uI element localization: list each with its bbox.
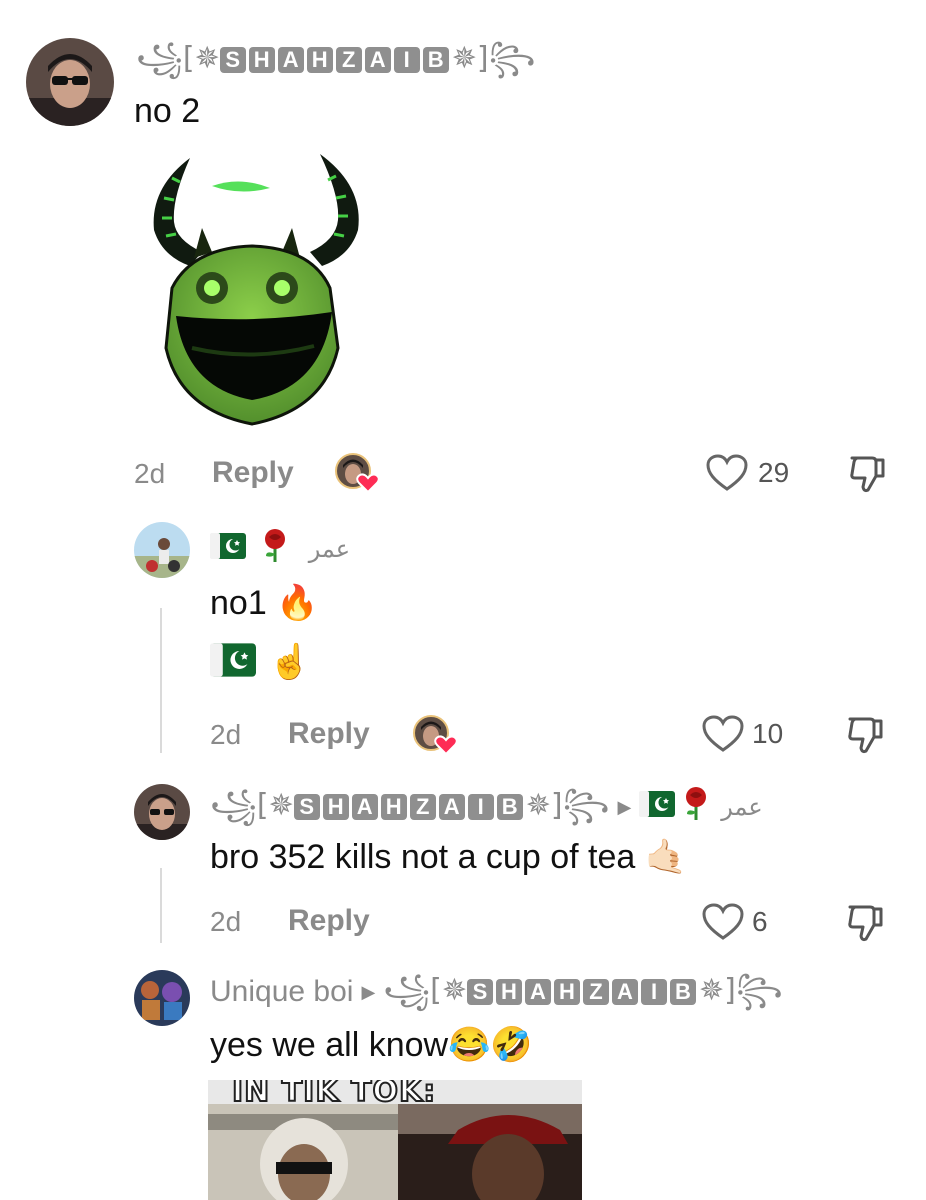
decorative-swirl-icon: ]꧂: [724, 973, 783, 1008]
decorative-swirl-icon: ꧁[: [136, 41, 195, 76]
username-letter: H: [322, 794, 349, 820]
decorative-star-icon: ✵: [441, 973, 467, 1008]
username-letter: S: [293, 794, 320, 820]
pakistan-flag-icon: [210, 642, 256, 682]
username-letter: B: [670, 979, 696, 1006]
username-text: Unique boi: [210, 975, 354, 1009]
thread-line: [160, 608, 162, 753]
thumbs-down-icon[interactable]: [846, 715, 886, 755]
comment-time: 2d: [210, 906, 242, 937]
reply-to-username-suffix: عمر: [721, 793, 763, 821]
username-letter: A: [351, 794, 378, 820]
username-letter: Z: [335, 47, 362, 74]
comment-text: no 2: [134, 92, 201, 130]
username-letter: A: [277, 47, 304, 74]
username-letter: H: [306, 47, 333, 74]
comment-username[interactable]: عمر: [210, 528, 350, 570]
creator-liked-badge-icon: [334, 452, 382, 494]
thumbs-down-icon[interactable]: [848, 454, 888, 494]
decorative-swirl-icon: ]꧂: [550, 787, 610, 823]
username-letter: A: [438, 794, 465, 820]
meme-photo: [208, 1104, 582, 1200]
heart-outline-icon[interactable]: [706, 454, 748, 492]
reply-button[interactable]: Reply: [288, 906, 370, 936]
username-letter: S: [219, 47, 246, 74]
username-letter: A: [525, 979, 551, 1006]
decorative-star-icon: ✵: [194, 41, 220, 76]
heart-outline-icon[interactable]: [702, 715, 744, 753]
pointing-up-emoji: ☝️: [268, 643, 311, 681]
avatar[interactable]: [134, 970, 190, 1026]
username-letter: I: [467, 794, 494, 820]
username-letter: Z: [583, 979, 609, 1006]
rose-icon: [260, 528, 290, 570]
comment-meme-image[interactable]: IN TIK TOK:: [208, 1080, 582, 1200]
username-letters: SHAHZAIB: [219, 42, 452, 75]
like-count: 6: [752, 906, 768, 937]
creator-liked-badge-icon: [412, 714, 460, 756]
username-letter: A: [364, 47, 391, 74]
comment-text: yes we all know😂🤣: [210, 1026, 533, 1064]
avatar[interactable]: [134, 784, 190, 840]
comment-text: bro 352 kills not a cup of tea 🤙🏻: [210, 838, 688, 876]
like-count: 10: [752, 718, 784, 749]
username-letters: SHAHZAIB: [293, 789, 526, 822]
reply-to-arrow-icon: ▶: [361, 982, 376, 1003]
username-suffix: عمر: [308, 535, 351, 563]
decorative-swirl-icon: ꧁[: [210, 787, 269, 823]
thread-line: [160, 868, 162, 943]
comment-sticker-image[interactable]: [132, 148, 372, 433]
like-count: 29: [758, 457, 790, 488]
reply-button[interactable]: Reply: [288, 719, 370, 749]
heart-outline-icon[interactable]: [702, 903, 744, 941]
decorative-star-icon: ✵: [525, 787, 551, 823]
comment-text-line-2: ☝️: [210, 642, 311, 682]
rose-icon: [681, 786, 711, 828]
comment-time: 2d: [210, 719, 242, 750]
username-letter: H: [380, 794, 407, 820]
decorative-swirl-icon: ꧁[: [383, 973, 442, 1008]
pakistan-flag-icon: [210, 533, 246, 565]
username-letter: B: [422, 47, 449, 74]
comment-time: 2d: [134, 458, 166, 489]
comment-username[interactable]: Unique boi ▶ ꧁[✵ S H A H Z A I B ✵]꧂: [210, 976, 783, 1007]
username-letter: I: [393, 47, 420, 74]
decorative-star-icon: ✵: [699, 973, 725, 1008]
avatar[interactable]: [26, 38, 114, 126]
comment-username[interactable]: ꧁[✵ S H A H Z A I B ✵]꧂: [136, 44, 535, 74]
username-letter: H: [554, 979, 580, 1006]
reply-button[interactable]: Reply: [212, 458, 294, 488]
comment-text-line-1: no1 🔥: [210, 584, 319, 622]
username-letter: Z: [409, 794, 436, 820]
username-letter: H: [248, 47, 275, 74]
decorative-star-icon: ✵: [268, 787, 294, 823]
username-letter: B: [496, 794, 523, 820]
username-letter: S: [467, 979, 493, 1006]
comment-username[interactable]: ꧁[✵ S H A H Z A I B ✵]꧂ ▶ عمر: [210, 786, 763, 828]
username-letter: A: [612, 979, 638, 1006]
decorative-swirl-icon: ]꧂: [476, 41, 536, 76]
thumbs-down-icon[interactable]: [846, 903, 886, 943]
reply-to-username-letters: SHAHZAIB: [467, 974, 699, 1007]
reply-to-arrow-icon: ▶: [617, 797, 632, 817]
avatar[interactable]: [134, 522, 190, 578]
decorative-star-icon: ✵: [451, 41, 477, 76]
username-letter: H: [496, 979, 522, 1006]
pakistan-flag-icon: [639, 791, 676, 823]
username-letter: I: [641, 979, 667, 1006]
